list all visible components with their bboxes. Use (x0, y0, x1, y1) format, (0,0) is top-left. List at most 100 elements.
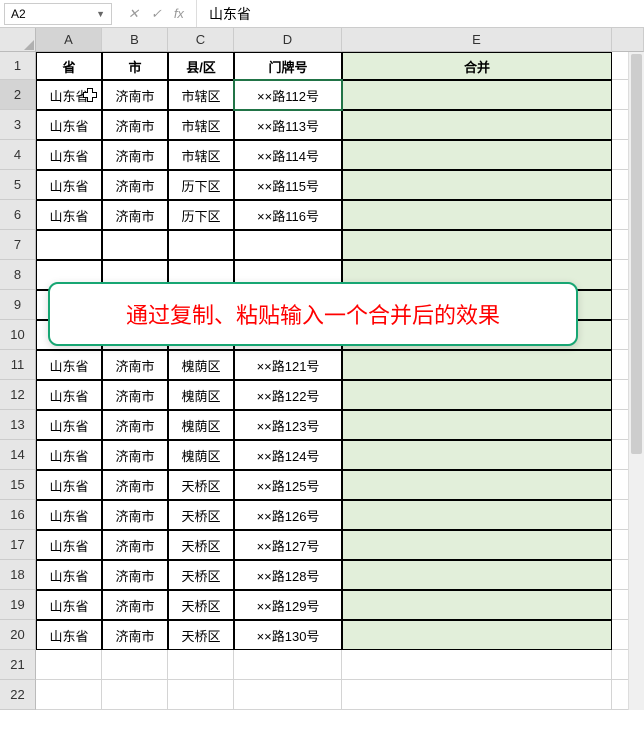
cell-E1[interactable]: 合并 (342, 52, 612, 80)
cell-A17[interactable]: 山东省 (36, 530, 102, 560)
row-header-17[interactable]: 17 (0, 530, 36, 560)
cell-A4[interactable]: 山东省 (36, 140, 102, 170)
cell-C17[interactable]: 天桥区 (168, 530, 234, 560)
cell-B18[interactable]: 济南市 (102, 560, 168, 590)
cell-C21[interactable] (168, 650, 234, 680)
cell-D6[interactable]: ××路116号 (234, 200, 342, 230)
cell-E11[interactable] (342, 350, 612, 380)
cell-C16[interactable]: 天桥区 (168, 500, 234, 530)
cell-A7[interactable] (36, 230, 102, 260)
row-header-5[interactable]: 5 (0, 170, 36, 200)
cell-E18[interactable] (342, 560, 612, 590)
cell-C11[interactable]: 槐荫区 (168, 350, 234, 380)
cell-D13[interactable]: ××路123号 (234, 410, 342, 440)
cancel-icon[interactable]: ✕ (128, 6, 139, 22)
cell-A21[interactable] (36, 650, 102, 680)
cell-C3[interactable]: 市辖区 (168, 110, 234, 140)
cell-A2[interactable]: 山东省 (36, 80, 102, 110)
cell-D2[interactable]: ××路112号 (234, 80, 342, 110)
row-header-18[interactable]: 18 (0, 560, 36, 590)
row-header-8[interactable]: 8 (0, 260, 36, 290)
cell-B14[interactable]: 济南市 (102, 440, 168, 470)
cell-A1[interactable]: 省 (36, 52, 102, 80)
fx-icon[interactable]: fx (174, 6, 184, 21)
row-header-10[interactable]: 10 (0, 320, 36, 350)
cell-E20[interactable] (342, 620, 612, 650)
cell-B1[interactable]: 市 (102, 52, 168, 80)
column-header-E[interactable]: E (342, 28, 612, 52)
cell-D4[interactable]: ××路114号 (234, 140, 342, 170)
row-header-22[interactable]: 22 (0, 680, 36, 710)
row-header-20[interactable]: 20 (0, 620, 36, 650)
cell-B12[interactable]: 济南市 (102, 380, 168, 410)
cell-C20[interactable]: 天桥区 (168, 620, 234, 650)
cell-E16[interactable] (342, 500, 612, 530)
column-header-A[interactable]: A (36, 28, 102, 52)
row-header-1[interactable]: 1 (0, 52, 36, 80)
column-header-C[interactable]: C (168, 28, 234, 52)
cell-D21[interactable] (234, 650, 342, 680)
cell-D12[interactable]: ××路122号 (234, 380, 342, 410)
cell-C1[interactable]: 县/区 (168, 52, 234, 80)
cell-A12[interactable]: 山东省 (36, 380, 102, 410)
cell-E2[interactable] (342, 80, 612, 110)
cell-E17[interactable] (342, 530, 612, 560)
cell-C7[interactable] (168, 230, 234, 260)
cell-B13[interactable]: 济南市 (102, 410, 168, 440)
vertical-scrollbar[interactable] (628, 52, 644, 710)
cell-B3[interactable]: 济南市 (102, 110, 168, 140)
cell-D16[interactable]: ××路126号 (234, 500, 342, 530)
cell-C4[interactable]: 市辖区 (168, 140, 234, 170)
cell-D3[interactable]: ××路113号 (234, 110, 342, 140)
cell-E4[interactable] (342, 140, 612, 170)
cell-E22[interactable] (342, 680, 612, 710)
row-header-21[interactable]: 21 (0, 650, 36, 680)
row-header-11[interactable]: 11 (0, 350, 36, 380)
cell-D5[interactable]: ××路115号 (234, 170, 342, 200)
formula-input[interactable]: 山东省 (197, 4, 644, 24)
cell-B2[interactable]: 济南市 (102, 80, 168, 110)
cell-B15[interactable]: 济南市 (102, 470, 168, 500)
cell-D20[interactable]: ××路130号 (234, 620, 342, 650)
cell-D17[interactable]: ××路127号 (234, 530, 342, 560)
cell-E6[interactable] (342, 200, 612, 230)
column-header-D[interactable]: D (234, 28, 342, 52)
name-box-dropdown-icon[interactable]: ▼ (96, 9, 105, 19)
row-header-13[interactable]: 13 (0, 410, 36, 440)
row-header-7[interactable]: 7 (0, 230, 36, 260)
cell-C13[interactable]: 槐荫区 (168, 410, 234, 440)
row-header-15[interactable]: 15 (0, 470, 36, 500)
cell-E13[interactable] (342, 410, 612, 440)
cell-E14[interactable] (342, 440, 612, 470)
cell-A14[interactable]: 山东省 (36, 440, 102, 470)
cell-E12[interactable] (342, 380, 612, 410)
cell-E7[interactable] (342, 230, 612, 260)
column-header-blank[interactable] (612, 28, 644, 52)
cell-C19[interactable]: 天桥区 (168, 590, 234, 620)
cell-B7[interactable] (102, 230, 168, 260)
cell-E21[interactable] (342, 650, 612, 680)
row-header-16[interactable]: 16 (0, 500, 36, 530)
cell-D19[interactable]: ××路129号 (234, 590, 342, 620)
row-header-19[interactable]: 19 (0, 590, 36, 620)
cell-A11[interactable]: 山东省 (36, 350, 102, 380)
confirm-icon[interactable]: ✓ (151, 6, 162, 22)
cell-A15[interactable]: 山东省 (36, 470, 102, 500)
name-box[interactable]: A2 ▼ (4, 3, 112, 25)
cell-A13[interactable]: 山东省 (36, 410, 102, 440)
cell-B19[interactable]: 济南市 (102, 590, 168, 620)
row-header-3[interactable]: 3 (0, 110, 36, 140)
cell-C5[interactable]: 历下区 (168, 170, 234, 200)
cell-B20[interactable]: 济南市 (102, 620, 168, 650)
row-header-4[interactable]: 4 (0, 140, 36, 170)
row-header-2[interactable]: 2 (0, 80, 36, 110)
cell-E3[interactable] (342, 110, 612, 140)
scrollbar-thumb[interactable] (631, 54, 642, 454)
cell-C15[interactable]: 天桥区 (168, 470, 234, 500)
cell-C22[interactable] (168, 680, 234, 710)
cell-A3[interactable]: 山东省 (36, 110, 102, 140)
cell-D11[interactable]: ××路121号 (234, 350, 342, 380)
cell-B17[interactable]: 济南市 (102, 530, 168, 560)
cell-E15[interactable] (342, 470, 612, 500)
cell-D22[interactable] (234, 680, 342, 710)
